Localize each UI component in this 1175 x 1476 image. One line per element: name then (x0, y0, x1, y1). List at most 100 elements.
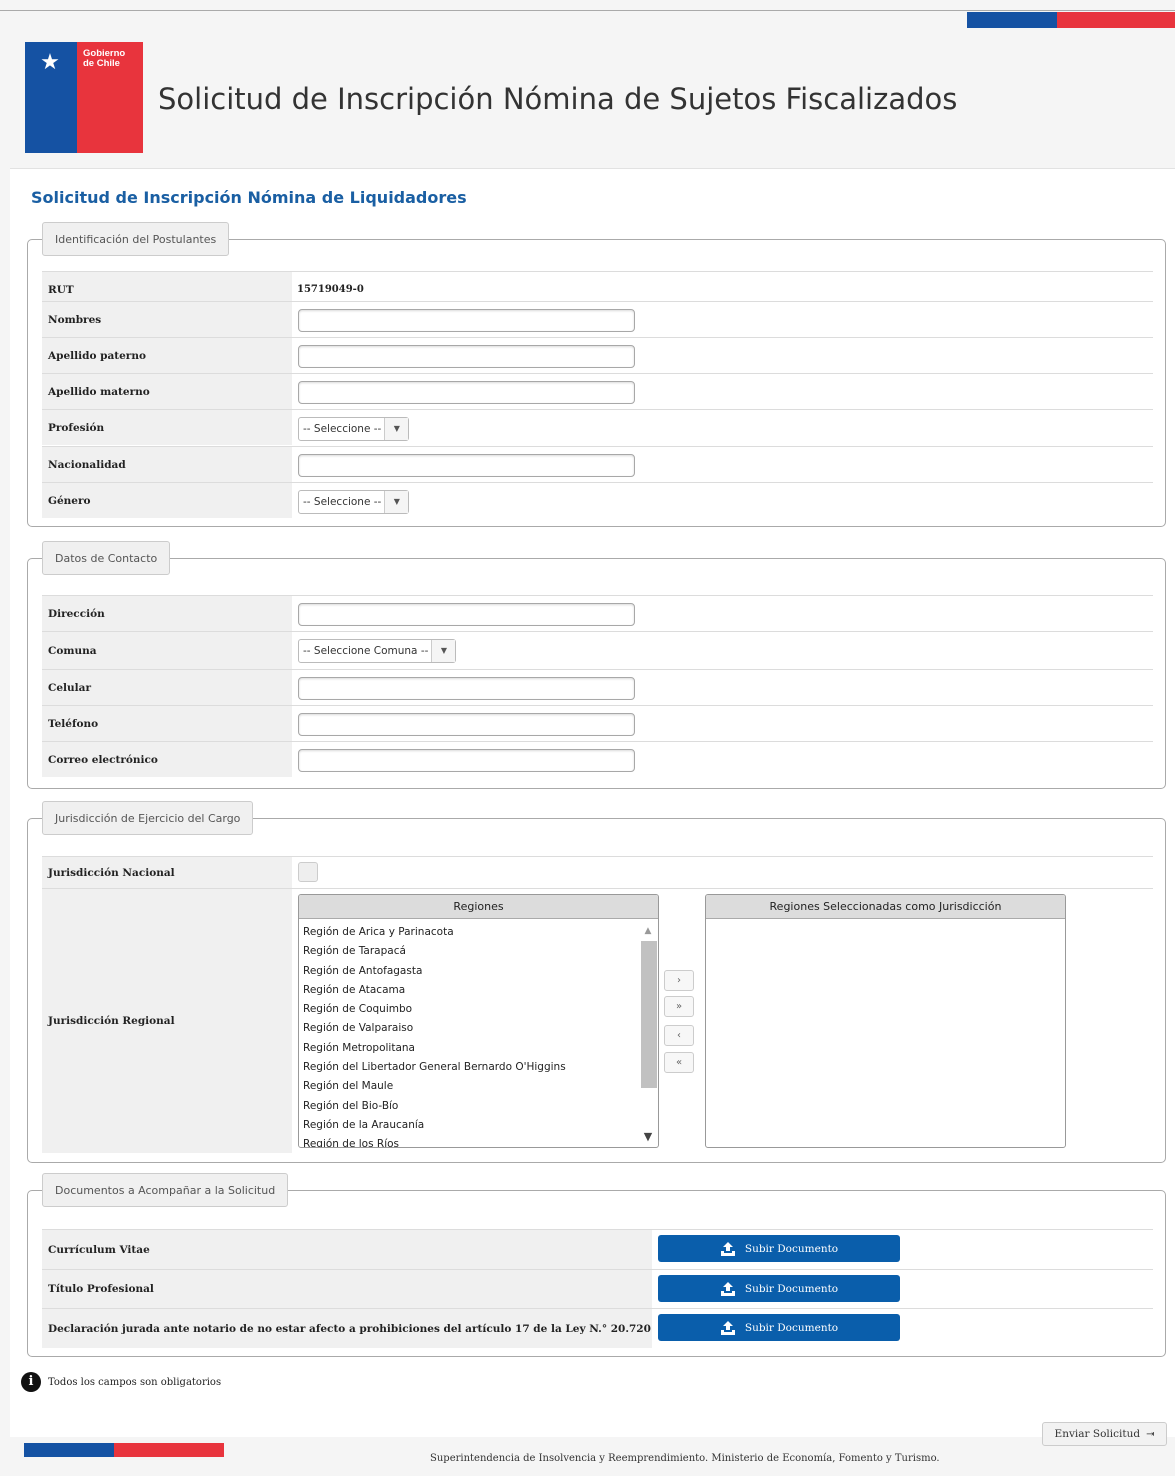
apellido-paterno-label: Apellido paterno (42, 338, 292, 373)
logo-text: Gobierno de Chile (83, 49, 125, 69)
genero-select-value: -- Seleccione -- (303, 496, 382, 508)
scrollbar-thumb[interactable] (641, 941, 657, 1088)
region-option[interactable]: Región de los Ríos (303, 1135, 636, 1147)
documentos-fieldset: Currículum Vitae Subir Documento Título … (27, 1190, 1166, 1357)
comuna-select-value: -- Seleccione Comuna -- (303, 645, 429, 657)
direccion-input[interactable] (298, 603, 635, 626)
row-curriculum: Currículum Vitae Subir Documento (42, 1229, 1153, 1269)
form-title: Solicitud de Inscripción Nómina de Liqui… (31, 188, 467, 207)
upload-icon (720, 1320, 735, 1335)
upload-icon (720, 1281, 735, 1296)
upload-button-label: Subir Documento (744, 1321, 839, 1334)
region-option[interactable]: Región de Arica y Parinacota (303, 923, 636, 942)
enviar-solicitud-label: Enviar Solicitud (1054, 1428, 1141, 1440)
coat-of-arms-icon: ★ (40, 50, 60, 75)
region-option[interactable]: Región del Maule (303, 1077, 636, 1096)
upload-curriculum-button[interactable]: Subir Documento (658, 1235, 900, 1262)
region-option[interactable]: Región del Bio-Bío (303, 1097, 636, 1116)
nacionalidad-input[interactable] (298, 454, 635, 477)
jurisdiccion-regional-label: Jurisdicción Regional (42, 889, 292, 1153)
upload-titulo-button[interactable]: Subir Documento (658, 1275, 900, 1302)
regiones-header: Regiones (299, 895, 658, 919)
telefono-input[interactable] (298, 713, 635, 736)
region-option[interactable]: Región Metropolitana (303, 1039, 636, 1058)
row-nacionalidad: Nacionalidad (42, 446, 1153, 482)
enviar-solicitud-button[interactable]: Enviar Solicitud ⇥ (1042, 1422, 1167, 1446)
top-border (0, 10, 1175, 11)
scroll-down-icon[interactable]: ▼ (640, 1129, 656, 1145)
row-declaracion-jurada: Declaración jurada ante notario de no es… (42, 1308, 1153, 1348)
upload-icon (720, 1241, 735, 1256)
logo-blue-block: ★ (25, 42, 77, 153)
region-option[interactable]: Región de Antofagasta (303, 962, 636, 981)
flag-bar-red (1057, 12, 1175, 28)
upload-button-label: Subir Documento (744, 1282, 839, 1295)
region-option[interactable]: Región de Coquimbo (303, 1000, 636, 1019)
celular-input[interactable] (298, 677, 635, 700)
scroll-up-icon[interactable]: ▲ (640, 923, 656, 939)
jurisdiccion-legend: Jurisdicción de Ejercicio del Cargo (42, 801, 254, 835)
row-genero: Género -- Seleccione -- ▼ (42, 482, 1153, 518)
row-direccion: Dirección (42, 595, 1153, 631)
profesion-select-value: -- Seleccione -- (303, 423, 382, 435)
region-option[interactable]: Región de Valparaiso (303, 1019, 636, 1038)
comuna-label: Comuna (42, 632, 292, 669)
region-option[interactable]: Región de Tarapacá (303, 942, 636, 961)
apellido-materno-label: Apellido materno (42, 374, 292, 409)
site-title: Solicitud de Inscripción Nómina de Sujet… (158, 82, 958, 116)
flag-bar-blue (967, 12, 1057, 28)
regiones-listbox[interactable]: Regiones Región de Arica y Parinacota Reg… (298, 894, 659, 1148)
identificacion-fieldset: RUT 15719049-0 Nombres Apellido paterno … (27, 239, 1166, 527)
row-titulo-profesional: Título Profesional Subir Documento (42, 1269, 1153, 1308)
region-option[interactable]: Región de Atacama (303, 981, 636, 1000)
apellido-paterno-input[interactable] (298, 345, 635, 368)
region-option[interactable]: Región del Libertador General Bernardo O… (303, 1058, 636, 1077)
upload-button-label: Subir Documento (744, 1242, 839, 1255)
logo-line-2: de Chile (83, 58, 120, 69)
footer-flag-red (114, 1443, 224, 1457)
direccion-label: Dirección (42, 596, 292, 631)
profesion-label: Profesión (42, 410, 292, 445)
row-celular: Celular (42, 669, 1153, 705)
documentos-legend: Documentos a Acompañar a la Solicitud (42, 1173, 289, 1207)
sign-in-icon: ⇥ (1146, 1428, 1155, 1440)
regiones-seleccionadas-listbox[interactable]: Regiones Seleccionadas como Jurisdicción (705, 894, 1066, 1148)
jurisdiccion-fieldset: Jurisdicción Nacional Jurisdicción Regio… (27, 818, 1166, 1163)
profesion-select[interactable]: -- Seleccione -- ▼ (298, 417, 410, 441)
contacto-legend: Datos de Contacto (42, 541, 171, 575)
contacto-fieldset: Dirección Comuna -- Seleccione Comuna --… (27, 558, 1166, 789)
row-jurisdiccion-regional: Jurisdicción Regional Regiones Región de… (42, 888, 1153, 1153)
upload-declaracion-button[interactable]: Subir Documento (658, 1314, 900, 1341)
chevron-down-icon: ▼ (384, 418, 409, 440)
correo-input[interactable] (298, 749, 635, 772)
row-profesion: Profesión -- Seleccione -- ▼ (42, 409, 1153, 445)
correo-label: Correo electrónico (42, 742, 292, 777)
move-all-left-button[interactable]: « (664, 1052, 694, 1073)
row-correo: Correo electrónico (42, 741, 1153, 777)
move-one-left-button[interactable]: ‹ (664, 1025, 694, 1046)
declaracion-jurada-label: Declaración jurada ante notario de no es… (42, 1309, 652, 1348)
regiones-scrollbar[interactable]: ▲ ▼ (640, 923, 657, 1145)
row-jurisdiccion-nacional: Jurisdicción Nacional (42, 856, 1153, 888)
nombres-input[interactable] (298, 309, 635, 332)
celular-label: Celular (42, 670, 292, 705)
genero-label: Género (42, 483, 292, 518)
chevron-down-icon: ▼ (384, 491, 409, 513)
genero-select[interactable]: -- Seleccione -- ▼ (298, 490, 410, 514)
required-note-text: Todos los campos son obligatorios (48, 1376, 222, 1388)
move-all-right-button[interactable]: » (664, 996, 694, 1017)
jurisdiccion-nacional-checkbox[interactable] (298, 862, 318, 882)
curriculum-label: Currículum Vitae (42, 1230, 652, 1269)
info-icon: i (21, 1372, 41, 1392)
comuna-select[interactable]: -- Seleccione Comuna -- ▼ (298, 639, 457, 663)
footer-flag-blue (24, 1443, 114, 1457)
region-option[interactable]: Región de la Araucanía (303, 1116, 636, 1135)
row-nombres: Nombres (42, 301, 1153, 337)
row-comuna: Comuna -- Seleccione Comuna -- ▼ (42, 631, 1153, 669)
required-note: i Todos los campos son obligatorios (21, 1372, 221, 1392)
apellido-materno-input[interactable] (298, 381, 635, 404)
row-apellido-materno: Apellido materno (42, 373, 1153, 409)
move-one-right-button[interactable]: › (664, 970, 694, 991)
gobierno-logo: ★ Gobierno de Chile (25, 42, 143, 153)
footer-text: Superintendencia de Insolvencia y Reempr… (430, 1453, 940, 1464)
